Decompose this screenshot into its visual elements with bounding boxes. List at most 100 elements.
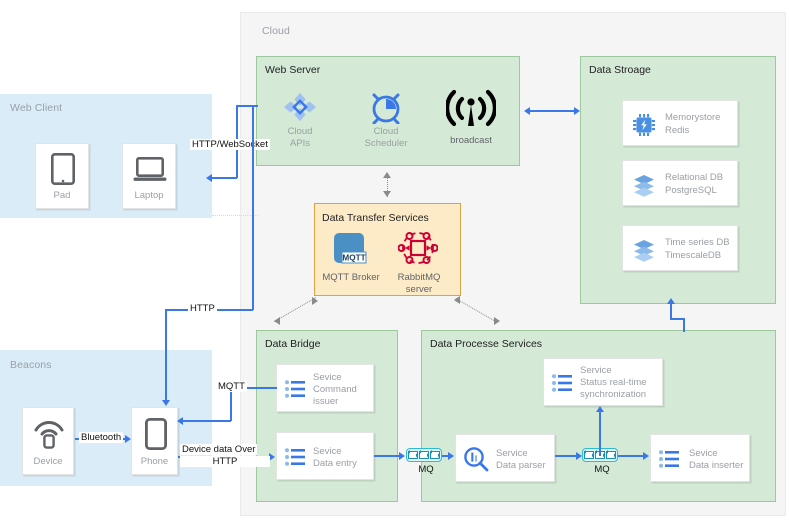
group-data-storage-label: Data Stroage — [589, 64, 651, 76]
edge-entry-to-mq1 — [374, 455, 402, 457]
data-entry-label-2: Data entry — [313, 458, 357, 470]
node-data-entry[interactable]: Sevice Data entry — [276, 432, 374, 480]
node-phone-label: Phone — [132, 456, 177, 468]
data-inserter-label-1: Sevice — [689, 448, 718, 460]
command-issuer-label-1: Sevice — [313, 372, 342, 384]
edge-http-rail-vertical — [252, 105, 254, 310]
database-stack-icon — [631, 237, 657, 263]
phone-icon — [132, 416, 179, 452]
edge-device-http-label-1: Device data Over — [180, 444, 257, 455]
edge-bluetooth-arrowhead — [125, 435, 131, 443]
mqtt-broker-icon[interactable]: MQTT — [332, 232, 368, 266]
edge-webserver-transfer-arrow-down — [383, 191, 391, 197]
mq-label-1: MQ — [406, 464, 446, 475]
node-data-inserter[interactable]: Sevice Data inserter — [650, 434, 750, 482]
laptop-icon — [123, 154, 177, 186]
edge-mqtt-label: MQTT — [216, 381, 247, 392]
edge-mqtt-seg2 — [230, 387, 232, 421]
service-list-icon — [658, 449, 680, 469]
group-data-bridge-label: Data Bridge — [265, 338, 320, 350]
mqtt-broker-label: MQTT Broker — [318, 272, 384, 284]
status-sync-label-3: synchronization — [580, 389, 646, 401]
database-stack-icon — [631, 172, 657, 198]
edge-http-websocket-seg1 — [236, 105, 258, 107]
node-data-parser[interactable]: Service Data parser — [455, 434, 555, 482]
edge-mq2-to-status-sync — [599, 412, 601, 456]
edge-device-http-label-2: HTTP — [180, 456, 270, 467]
data-parser-label-1: Service — [496, 448, 528, 460]
mq-label-2: MQ — [582, 464, 622, 475]
edge-http-to-phone-vertical — [165, 309, 167, 403]
node-status-sync[interactable]: Service Status real-time synchronization — [543, 358, 663, 406]
alarm-clock-icon[interactable] — [363, 90, 409, 124]
node-memorystore-redis[interactable]: Memorystore Redis — [622, 100, 738, 146]
edge-http-websocket-arrowhead — [206, 174, 212, 182]
command-issuer-label-2: Command — [313, 384, 357, 396]
edge-mq2-to-inserter — [618, 455, 645, 457]
edge-transfer-bridge-arrow-up — [312, 297, 318, 305]
svg-text:MQTT: MQTT — [342, 253, 365, 262]
postgres-label-2: PostgreSQL — [665, 185, 717, 197]
edge-parser-to-mq2-arrowhead — [576, 452, 582, 460]
data-inserter-label-2: Data inserter — [689, 460, 743, 472]
zone-beacons-label: Beacons — [10, 359, 52, 371]
node-command-issuer[interactable]: Sevice Command issuer — [276, 364, 374, 412]
node-laptop[interactable]: Laptop — [122, 143, 176, 209]
cloud-apis-label-2: APIs — [277, 138, 323, 150]
node-pad[interactable]: Pad — [35, 143, 89, 209]
timescale-label-2: TimescaleDB — [665, 250, 721, 262]
edge-bluetooth-label: Bluetooth — [79, 432, 123, 443]
zone-cloud-label: Cloud — [262, 25, 290, 37]
memorystore-chip-icon — [631, 112, 657, 138]
message-queue-icon[interactable] — [406, 448, 442, 462]
redis-label-2: Redis — [665, 125, 689, 137]
service-list-icon — [551, 373, 573, 393]
edge-mq2-to-inserter-arrowhead — [643, 452, 649, 460]
edge-mq1-to-parser-arrowhead — [448, 452, 454, 460]
edge-process-to-storage-arrowhead — [667, 298, 675, 304]
data-entry-label-1: Sevice — [313, 446, 342, 458]
edge-mqtt-arrowhead — [177, 417, 183, 425]
node-relational-db[interactable]: Relational DB PostgreSQL — [622, 160, 738, 206]
service-list-icon — [284, 379, 306, 399]
node-phone[interactable]: Phone — [131, 407, 178, 475]
broadcast-label: broadcast — [441, 135, 501, 147]
cloud-apis-icon[interactable] — [277, 90, 323, 124]
data-parser-label-2: Data parser — [496, 460, 546, 472]
edge-http-to-phone-arrowhead — [162, 400, 170, 406]
node-device-label: Device — [23, 456, 73, 468]
edge-webserver-storage-arrow-right — [574, 107, 580, 115]
edge-webserver-storage-line — [528, 110, 574, 112]
status-sync-label-2: Status real-time — [580, 377, 647, 389]
cloud-apis-label-1: Cloud — [277, 126, 323, 138]
edge-webserver-transfer-arrow-up — [383, 172, 391, 178]
cloud-scheduler-label-1: Cloud — [357, 126, 415, 138]
edge-http-label: HTTP — [188, 303, 217, 314]
cloud-scheduler-label-2: Scheduler — [352, 138, 420, 150]
edge-http-websocket-seg3 — [212, 177, 237, 179]
node-pad-label: Pad — [36, 190, 88, 202]
edge-transfer-bridge-arrow-down — [274, 317, 280, 325]
edge-webserver-storage-arrow-left — [524, 107, 530, 115]
rabbitmq-icon[interactable] — [398, 230, 438, 266]
group-data-transfer-label: Data Transfer Services — [322, 212, 429, 224]
broadcast-antenna-icon[interactable] — [446, 88, 496, 130]
timescale-label-1: Time series DB — [665, 237, 730, 249]
edge-process-to-storage-seg3 — [670, 304, 672, 319]
postgres-label-1: Relational DB — [665, 172, 723, 184]
edge-transfer-process-arrow-down — [494, 317, 500, 325]
zone-web-client-label: Web Client — [10, 102, 62, 114]
node-device[interactable]: Device — [22, 407, 74, 475]
edge-mq2-to-status-sync-arrowhead — [596, 406, 604, 412]
node-timeseries-db[interactable]: Time series DB TimescaleDB — [622, 225, 738, 271]
magnifier-icon — [462, 446, 490, 472]
beacon-icon — [23, 416, 75, 452]
edge-http-websocket-label: HTTP/WebSocket — [190, 139, 270, 150]
node-laptop-label: Laptop — [123, 190, 175, 202]
status-sync-label-1: Service — [580, 365, 612, 377]
edge-process-to-storage-seg2 — [670, 318, 685, 320]
edge-entry-to-mq1-arrowhead — [399, 452, 405, 460]
service-list-icon — [284, 447, 306, 467]
redis-label-1: Memorystore — [665, 112, 720, 124]
group-web-server-label: Web Server — [265, 64, 320, 76]
